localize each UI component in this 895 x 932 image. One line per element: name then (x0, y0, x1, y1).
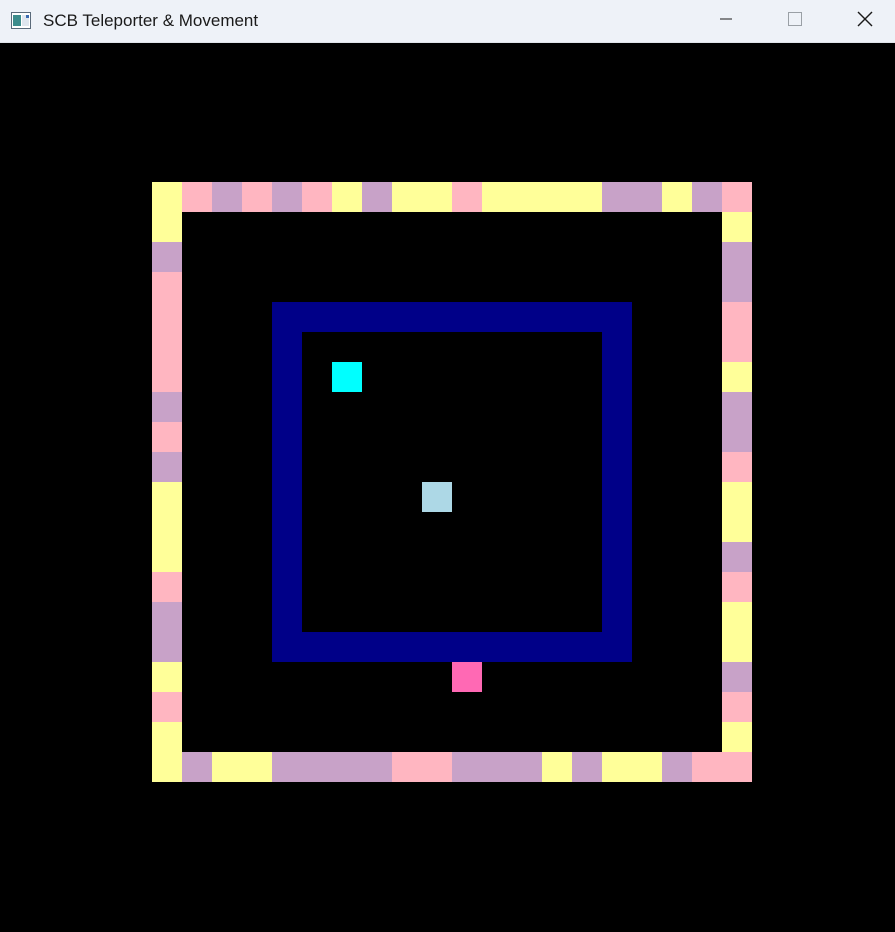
goal-tile (452, 662, 482, 692)
border-tile (632, 182, 662, 212)
border-tile (152, 182, 182, 212)
border-tile (632, 752, 662, 782)
border-tile (152, 662, 182, 692)
border-tile (152, 512, 182, 542)
border-tile (152, 242, 182, 272)
window-title: SCB Teleporter & Movement (43, 11, 259, 30)
title-bar[interactable]: SCB Teleporter & Movement (0, 0, 895, 43)
border-tile (482, 182, 512, 212)
border-tile (572, 752, 602, 782)
border-tile (302, 182, 332, 212)
border-tile (722, 302, 752, 332)
border-tile (212, 752, 242, 782)
border-tile (152, 722, 182, 752)
border-tile (152, 752, 182, 782)
border-tile (482, 752, 512, 782)
border-tile (332, 752, 362, 782)
border-tile (722, 572, 752, 602)
maximize-icon (788, 12, 802, 31)
border-tile (272, 182, 302, 212)
border-tile (722, 392, 752, 422)
border-tile (152, 452, 182, 482)
border-tile (152, 482, 182, 512)
border-tile (302, 752, 332, 782)
border-tile (392, 752, 422, 782)
border-tile (722, 452, 752, 482)
border-tile (362, 182, 392, 212)
border-tile (542, 752, 572, 782)
border-tile (422, 182, 452, 212)
border-tile (152, 602, 182, 632)
border-tile (212, 182, 242, 212)
border-tile (722, 602, 752, 632)
border-tile (152, 392, 182, 422)
minimize-button[interactable] (691, 0, 761, 43)
game-canvas[interactable] (0, 43, 895, 932)
border-tile (722, 332, 752, 362)
border-tile (692, 182, 722, 212)
border-tile (722, 542, 752, 572)
border-tile (722, 422, 752, 452)
border-tile (152, 272, 182, 302)
border-tile (602, 752, 632, 782)
border-tile (152, 422, 182, 452)
border-tile (722, 512, 752, 542)
border-tile (152, 212, 182, 242)
player-tile (422, 482, 452, 512)
border-tile (152, 632, 182, 662)
border-tile (182, 752, 212, 782)
minimize-icon (719, 12, 733, 31)
border-tile (662, 752, 692, 782)
border-tile (602, 182, 632, 212)
border-tile (452, 752, 482, 782)
border-tile (722, 482, 752, 512)
border-tile (722, 752, 752, 782)
border-tile (662, 182, 692, 212)
maximize-button[interactable] (760, 0, 830, 43)
close-button[interactable] (830, 0, 895, 43)
border-tile (332, 182, 362, 212)
border-tile (272, 752, 302, 782)
border-tile (152, 302, 182, 332)
app-icon (11, 12, 31, 29)
close-icon (857, 11, 873, 32)
border-tile (182, 182, 212, 212)
border-tile (512, 752, 542, 782)
border-tile (152, 692, 182, 722)
border-tile (722, 722, 752, 752)
border-tile (242, 182, 272, 212)
border-tile (452, 182, 482, 212)
border-tile (362, 752, 392, 782)
border-tile (152, 572, 182, 602)
border-tile (722, 692, 752, 722)
border-tile (512, 182, 542, 212)
border-tile (152, 362, 182, 392)
inner-wall (272, 302, 632, 662)
border-tile (722, 242, 752, 272)
border-tile (152, 542, 182, 572)
border-tile (392, 182, 422, 212)
border-tile (422, 752, 452, 782)
border-tile (722, 632, 752, 662)
border-tile (572, 182, 602, 212)
border-tile (242, 752, 272, 782)
border-tile (722, 212, 752, 242)
teleporter-tile (332, 362, 362, 392)
border-tile (722, 182, 752, 212)
border-tile (722, 272, 752, 302)
border-tile (722, 362, 752, 392)
border-tile (542, 182, 572, 212)
app-window: SCB Teleporter & Movement (0, 0, 895, 932)
border-tile (692, 752, 722, 782)
border-tile (152, 332, 182, 362)
border-tile (722, 662, 752, 692)
